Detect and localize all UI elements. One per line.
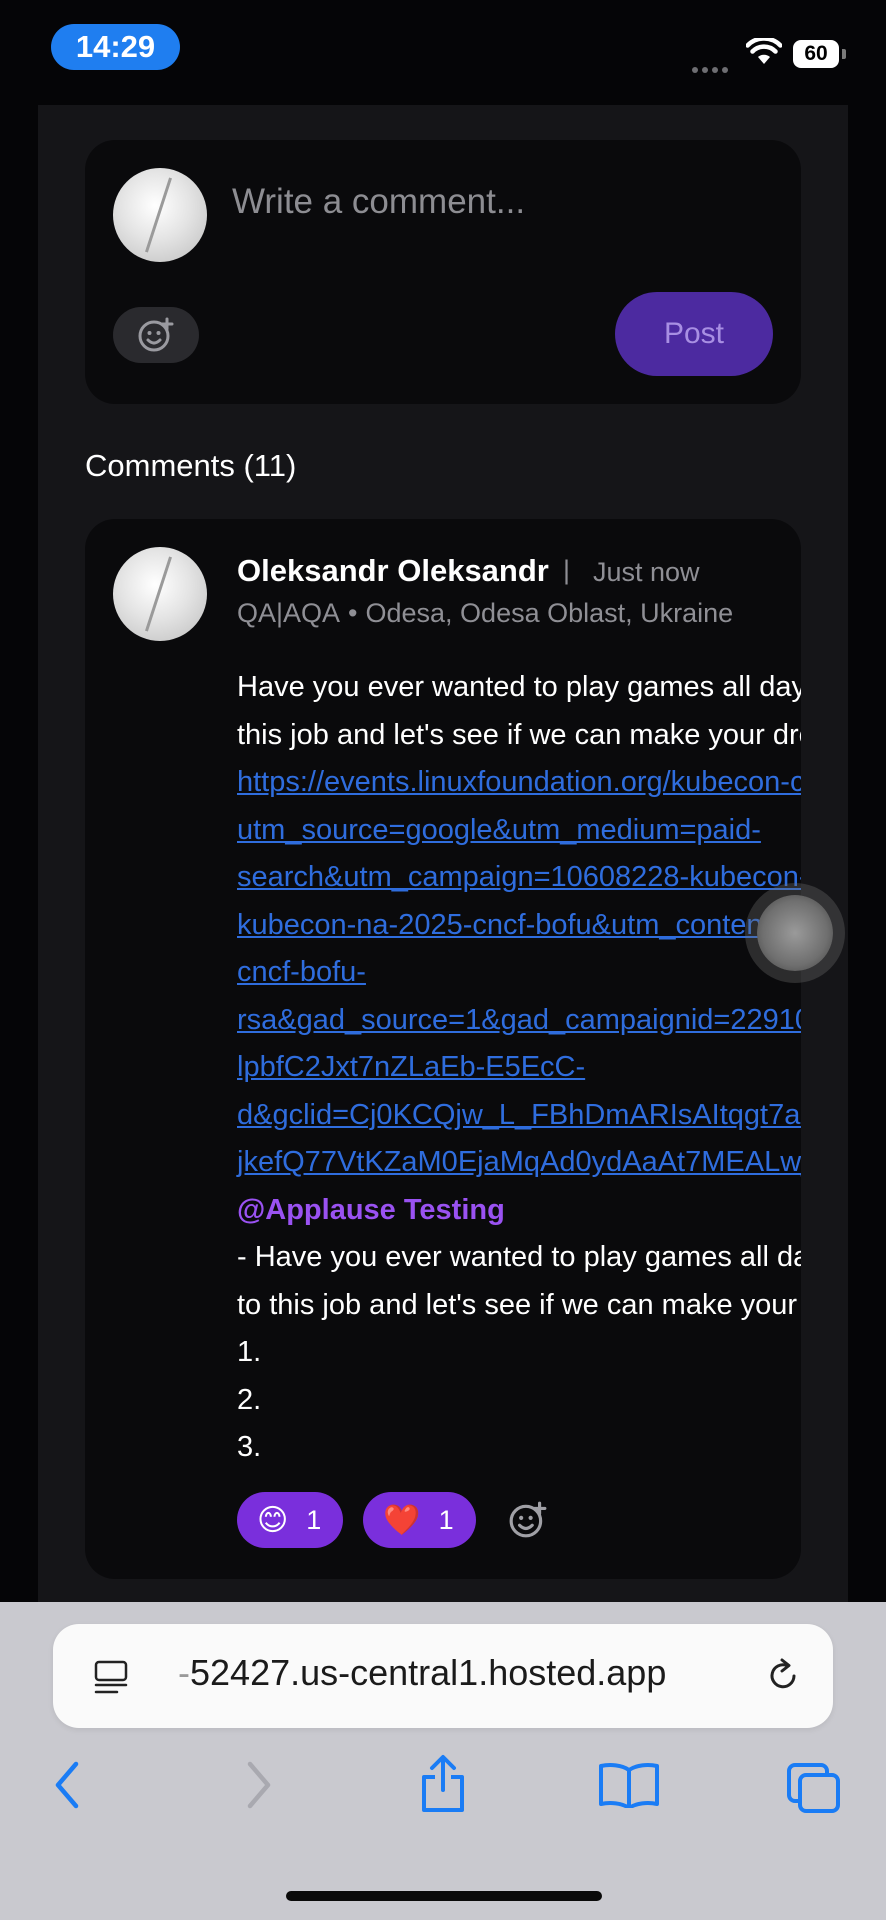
comment-link[interactable]: jkefQ77VtKZaM0EjaMqAd0ydAaAt7MEALw_w	[237, 1139, 801, 1187]
comment-text-line: to this job and let's see if we can make…	[237, 1288, 801, 1321]
home-indicator	[286, 1891, 602, 1901]
list-item: 1.	[237, 1336, 262, 1368]
comment-link[interactable]: cncf-bofu-	[237, 949, 801, 997]
emoji-button[interactable]	[113, 307, 199, 363]
comment-input[interactable]	[230, 176, 754, 228]
wifi-icon	[746, 38, 782, 64]
battery-indicator: 60	[793, 40, 839, 68]
url-host: 52427.us-central1.hosted.app	[190, 1652, 667, 1693]
status-time: 14:29	[51, 24, 180, 70]
author-role: QA|AQA	[237, 598, 341, 628]
forward-icon[interactable]	[240, 1760, 276, 1810]
post-button[interactable]: Post	[615, 292, 773, 376]
add-emoji-icon	[138, 317, 174, 352]
smile-emoji-icon: 😊	[257, 1502, 289, 1538]
comment-link[interactable]: d&gclid=Cj0KCQjw_L_FBhDmARIsAItqgt7akfn	[237, 1092, 801, 1140]
comment-text-line: Have you ever wanted to play games all d…	[237, 671, 801, 703]
back-icon[interactable]	[50, 1760, 86, 1810]
comment-link[interactable]: https://events.linuxfoundation.org/kubec…	[237, 759, 801, 807]
cellular-signal-icon	[692, 60, 732, 78]
browser-toolbar: -52427.us-central1.hosted.app	[0, 1602, 886, 1920]
comment-link[interactable]: search&utm_campaign=10608228-kubecon-n	[237, 854, 801, 902]
comment-composer: Post	[85, 140, 801, 404]
reaction-smile[interactable]: 😊 1	[237, 1492, 344, 1548]
bookmarks-icon[interactable]	[598, 1762, 660, 1808]
comment-link[interactable]: rsa&gad_source=1&gad_campaignid=2291026	[237, 997, 801, 1045]
status-bar: 14:29 60	[0, 0, 886, 100]
comment-timestamp: Just now	[593, 557, 700, 587]
avatar	[113, 168, 207, 262]
comment-link[interactable]: utm_source=google&utm_medium=paid-	[237, 807, 801, 855]
avatar[interactable]	[113, 547, 207, 641]
comment-link[interactable]: lpbfC2Jxt7nZLaEb-E5EcC-	[237, 1044, 801, 1092]
comment-text-line: - Have you ever wanted to play games all…	[237, 1241, 801, 1273]
author-location: Odesa, Odesa Oblast, Ukraine	[365, 598, 734, 628]
comment-card: Oleksandr Oleksandr | Just now QA|AQA • Od…	[85, 519, 801, 1579]
reaction-count: 1	[438, 1504, 454, 1535]
comment-text-line: this job and let's see if we can make yo…	[237, 718, 801, 751]
list-item: 3.	[237, 1431, 262, 1463]
touch-indicator	[757, 895, 833, 971]
address-bar[interactable]: -52427.us-central1.hosted.app	[53, 1624, 833, 1728]
reaction-count: 1	[306, 1504, 322, 1535]
url-prefix: -	[178, 1652, 190, 1693]
share-icon[interactable]	[418, 1754, 468, 1814]
comment-body: Have you ever wanted to play games all d…	[237, 664, 801, 1472]
add-reaction-icon[interactable]	[508, 1500, 548, 1540]
author-meta: QA|AQA • Odesa, Odesa Oblast, Ukraine	[237, 598, 733, 629]
comment-link[interactable]: kubecon-na-2025-cncf-bofu&utm_content=ev	[237, 902, 801, 950]
page-menu-icon[interactable]	[93, 1660, 129, 1696]
reload-icon[interactable]	[763, 1656, 803, 1696]
comments-heading: Comments (11)	[85, 448, 297, 483]
reaction-heart[interactable]: ❤️ 1	[363, 1492, 476, 1548]
list-item: 2.	[237, 1383, 262, 1416]
tabs-icon[interactable]	[786, 1762, 842, 1814]
user-mention[interactable]: @Applause Testing	[237, 1187, 801, 1235]
url-text[interactable]: -52427.us-central1.hosted.app	[178, 1652, 666, 1694]
comment-author[interactable]: Oleksandr Oleksandr	[237, 553, 549, 589]
divider: |	[563, 555, 571, 585]
meta-bullet: •	[348, 598, 358, 628]
battery-tip	[842, 49, 846, 59]
reactions-row: 😊 1 ❤️ 1	[237, 1492, 548, 1548]
heart-emoji-icon: ❤️	[383, 1502, 421, 1538]
